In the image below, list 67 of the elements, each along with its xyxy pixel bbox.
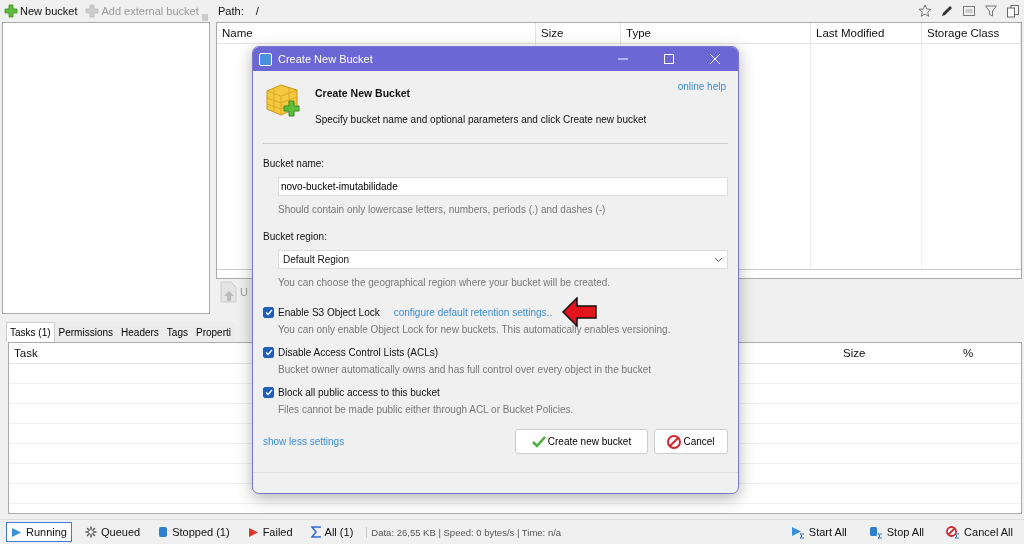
window-icon[interactable] (962, 4, 976, 18)
stop-all-icon (868, 525, 883, 539)
window-title: Create New Bucket (278, 53, 373, 65)
checkbox[interactable] (263, 306, 274, 318)
option-hint: You can only enable Object Lock for new buckets. This automatically enables versioning. (278, 324, 672, 335)
cancel-button[interactable]: Cancel (654, 429, 728, 454)
cancel-all-icon (946, 525, 961, 539)
tab[interactable]: Properti (191, 322, 235, 342)
play-icon (11, 526, 22, 538)
dialog-description: Specify bucket name and optional parameters and click Create new bucket (315, 114, 647, 125)
action-button[interactable]: Start All (785, 521, 852, 543)
plus-icon (4, 4, 18, 18)
toolbar-grip-icon[interactable] (202, 14, 208, 21)
stop-icon (158, 526, 169, 538)
filter-icon[interactable] (984, 4, 998, 18)
column-header[interactable]: % (958, 343, 1021, 363)
document-upload-icon (220, 281, 238, 303)
checkbox-label[interactable]: Block all public access to this bucket (278, 387, 440, 398)
toolbar-button[interactable]: New bucket (4, 4, 78, 18)
filter-button[interactable]: Stopped (1) (153, 522, 235, 542)
checkbox[interactable] (263, 347, 274, 358)
column-header[interactable]: Last Modified (811, 23, 922, 43)
column-header[interactable]: Size (838, 343, 958, 363)
spinner-icon (85, 526, 97, 538)
option-hint: Bucket owner automatically owns and has full control over every object in the bucket (278, 364, 652, 375)
filter-button[interactable]: Failed (242, 522, 298, 542)
create-button[interactable]: Create new bucket (515, 429, 648, 454)
checkmark-icon (531, 435, 546, 448)
column-header[interactable]: Name (217, 23, 536, 43)
plus-icon (85, 4, 100, 18)
star-icon[interactable] (918, 4, 932, 18)
tab[interactable]: Tags (162, 322, 192, 342)
transfer-info: Data: 26,55 KB | Speed: 0 bytes/s | Time: n/a (366, 526, 562, 538)
failed-icon (247, 526, 259, 538)
chevron-down-icon (714, 256, 723, 263)
filter-button[interactable]: All (1) (305, 522, 359, 542)
field-label: Bucket name: (263, 158, 326, 169)
column-header[interactable]: Storage Class (922, 23, 1021, 43)
filter-button[interactable]: Running (6, 522, 72, 542)
bucket-add-icon (263, 81, 303, 119)
tab[interactable]: Headers (117, 322, 163, 342)
checkbox[interactable] (263, 387, 274, 398)
field-label: Bucket region: (263, 231, 328, 242)
column-header[interactable]: Type (621, 23, 811, 43)
filter-button[interactable]: Queued (80, 522, 146, 542)
checkbox-label[interactable]: Disable Access Control Lists (ACLs) (278, 347, 439, 358)
sigma-icon (310, 526, 321, 538)
bucket-name-field[interactable]: novo-bucket-imutabilidade (278, 177, 728, 196)
path-label: Path: (218, 5, 244, 17)
path-value: / (255, 5, 259, 17)
pencil-icon[interactable] (940, 4, 954, 18)
field-hint: You can choose the geographical region where your bucket will be created. (278, 277, 612, 288)
dialog-heading: Create New Bucket (315, 87, 412, 99)
field-hint: Should contain only lowercase letters, numbers, periods (.) and dashes (-) (278, 204, 607, 215)
checkbox-label[interactable]: Enable S3 Object Lock (278, 306, 380, 318)
arrow-icon (562, 297, 599, 327)
cancel-icon (667, 434, 682, 449)
copy-icon[interactable] (1006, 4, 1020, 18)
action-button[interactable]: Stop All (863, 521, 930, 543)
column-header[interactable]: Size (536, 23, 621, 43)
region-dropdown[interactable]: Default Region (278, 250, 728, 269)
app-icon (259, 52, 272, 66)
option-hint: Files cannot be made public either through ACL or Bucket Policies. (278, 404, 575, 415)
action-button[interactable]: Cancel All (941, 521, 1018, 543)
tab[interactable]: Tasks (1) (6, 322, 55, 342)
tab[interactable]: Permissions (54, 322, 118, 342)
play-all-icon (790, 525, 805, 539)
